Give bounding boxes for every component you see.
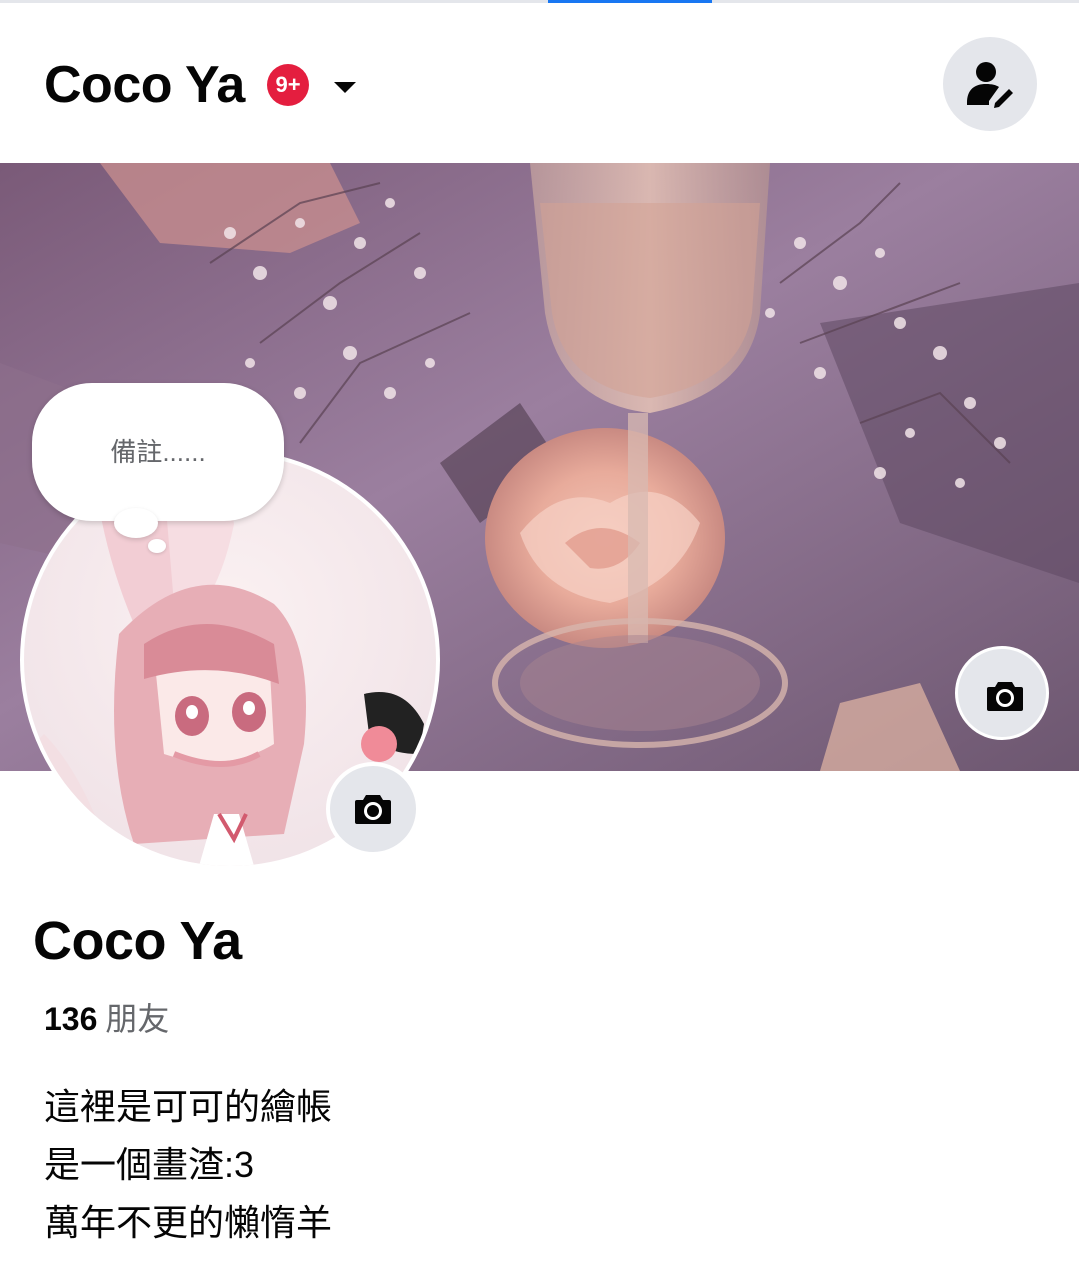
camera-icon — [355, 795, 391, 824]
note-placeholder: 備註...... — [110, 437, 206, 467]
avatar-note-bubble[interactable]: 備註...... — [32, 383, 284, 521]
profile-header: Coco Ya 9+ — [0, 3, 1079, 163]
edit-person-icon — [967, 62, 1013, 108]
notification-badge[interactable]: 9+ — [267, 64, 309, 106]
avatar-camera-button[interactable] — [326, 762, 420, 856]
bio-line: 是一個畫渣:3 — [44, 1144, 255, 1185]
friends-number: 136 — [44, 1001, 98, 1037]
friends-count[interactable]: 136 朋友 — [44, 998, 169, 1040]
friends-label: 朋友 — [105, 1001, 170, 1037]
edit-profile-button[interactable] — [943, 37, 1037, 131]
bio-line: 萬年不更的懶惰羊 — [44, 1202, 333, 1243]
cover-camera-button[interactable] — [955, 646, 1049, 740]
bubble-tail-small — [148, 539, 166, 553]
profile-bio: 這裡是可可的繪帳 是一個畫渣:3 萬年不更的懶惰羊 — [44, 1078, 644, 1252]
bio-line: 這裡是可可的繪帳 — [44, 1086, 333, 1127]
header-title[interactable]: Coco Ya — [44, 55, 245, 115]
camera-icon — [987, 682, 1023, 711]
profile-name: Coco Ya — [33, 911, 242, 971]
caret-down-icon[interactable] — [330, 77, 360, 97]
bubble-tail-large — [114, 508, 158, 538]
